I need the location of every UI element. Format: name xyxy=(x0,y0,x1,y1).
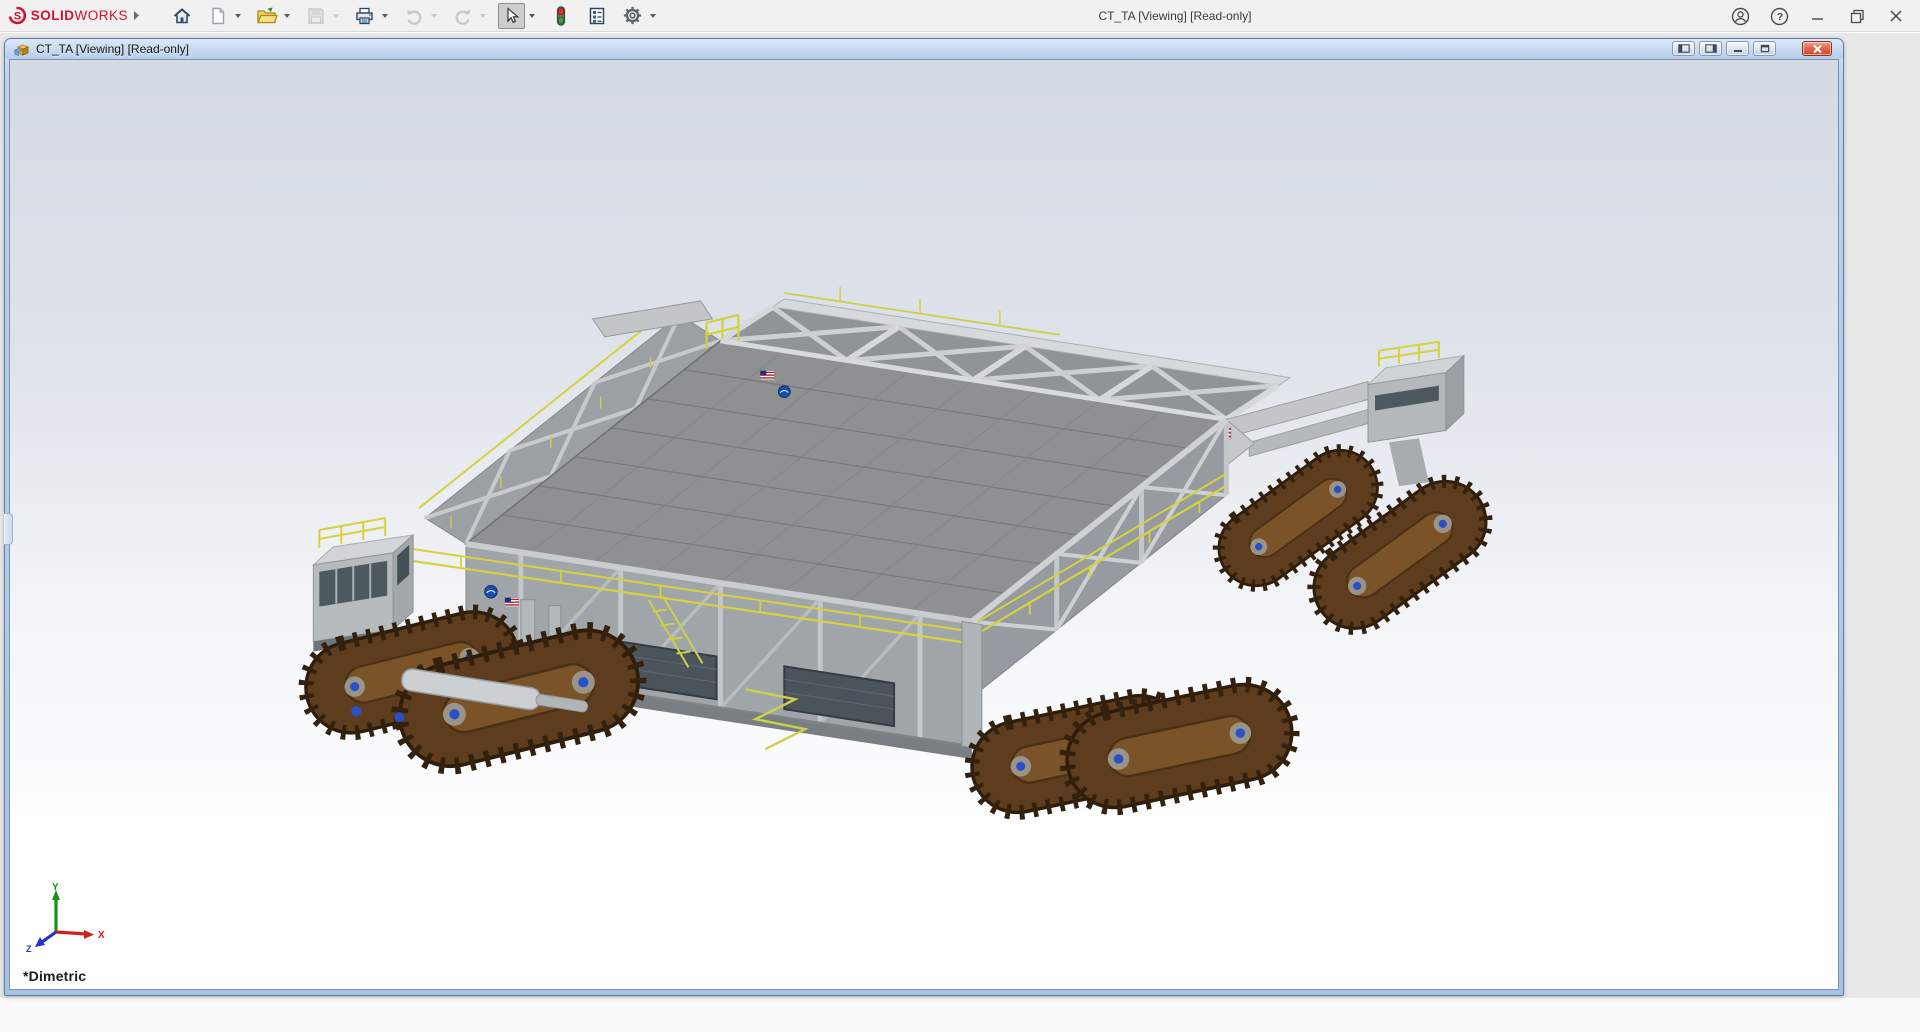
app-window-title: CT_TA [Viewing] [Read-only] xyxy=(1098,9,1252,23)
document-titlebar[interactable]: CT_TA [Viewing] [Read-only] xyxy=(5,39,1843,59)
help-icon: ? xyxy=(1770,7,1788,25)
restore-icon xyxy=(1760,44,1769,53)
view-orientation-label: *Dimetric xyxy=(23,968,87,984)
toolbar-flyout-arrow-icon[interactable] xyxy=(128,6,144,26)
gear-icon xyxy=(623,6,642,25)
new-document-icon xyxy=(211,7,224,24)
traffic-light-icon xyxy=(556,5,565,26)
undo-dropdown[interactable] xyxy=(427,3,440,29)
options-dropdown[interactable] xyxy=(646,3,659,29)
app-window-controls: ? xyxy=(1730,0,1906,32)
solidworks-logo: S SOLIDWORKS xyxy=(0,6,128,25)
save-floppy-icon xyxy=(307,7,324,24)
pane-left-icon xyxy=(1677,44,1690,53)
user-account-icon xyxy=(1731,7,1749,25)
app-close-button[interactable] xyxy=(1886,6,1906,26)
document-window: CT_TA [Viewing] [Read-only] Y X Z *Dimet… xyxy=(4,38,1844,996)
brand-text: SOLIDWORKS xyxy=(30,8,128,23)
toolbar-group-undo xyxy=(400,3,440,29)
quick-access-toolbar xyxy=(168,2,668,29)
crawler-transporter-model xyxy=(10,286,1838,989)
user-account-button[interactable] xyxy=(1730,6,1750,26)
app-titlebar: S SOLIDWORKS CT_TA [Viewing] [Read-only]… xyxy=(0,0,1920,32)
document-restore-button[interactable] xyxy=(1753,41,1776,56)
home-icon xyxy=(173,7,190,23)
toolbar-group-rebuild xyxy=(547,3,574,29)
us-flag-decal xyxy=(504,597,520,608)
save-dropdown[interactable] xyxy=(329,3,342,29)
select-tool-dropdown[interactable] xyxy=(525,3,538,29)
undo-button[interactable] xyxy=(400,3,427,29)
redo-icon xyxy=(455,10,470,25)
toolbar-group-select xyxy=(498,2,538,29)
select-cursor-icon xyxy=(506,6,519,23)
mdi-area: CT_TA [Viewing] [Read-only] Y X Z *Dimet… xyxy=(0,33,1920,1032)
pane-right-icon xyxy=(1704,44,1717,53)
help-button[interactable]: ? xyxy=(1769,6,1789,26)
track-pair-front-center xyxy=(963,676,1300,821)
featuremanager-splitter-handle[interactable] xyxy=(4,513,13,545)
document-window-buttons xyxy=(1672,41,1832,56)
options-button[interactable] xyxy=(619,3,646,29)
graphics-viewport[interactable]: Y X Z *Dimetric xyxy=(9,59,1839,990)
toolbar-group-save xyxy=(302,3,342,29)
document-close-button[interactable] xyxy=(1802,41,1832,56)
triad-y-label: Y xyxy=(52,882,59,893)
triad-x-label: X xyxy=(98,930,105,941)
open-document-button[interactable] xyxy=(253,3,280,29)
toggle-right-pane-button[interactable] xyxy=(1699,41,1722,56)
us-flag-decal xyxy=(759,370,775,381)
redo-dropdown[interactable] xyxy=(476,3,489,29)
mdi-bottom-strip xyxy=(0,998,1920,1032)
app-restore-button[interactable] xyxy=(1847,6,1867,26)
print-dropdown[interactable] xyxy=(378,3,391,29)
minimize-icon xyxy=(1733,50,1742,52)
svg-text:S: S xyxy=(14,10,21,22)
reference-triad: Y X Z xyxy=(26,882,105,954)
toolbar-group-home xyxy=(168,3,195,29)
redo-button[interactable] xyxy=(449,3,476,29)
toolbar-group-open xyxy=(253,3,293,29)
toggle-left-pane-button[interactable] xyxy=(1672,41,1695,56)
print-icon xyxy=(356,7,373,24)
file-properties-icon xyxy=(589,7,604,24)
save-button[interactable] xyxy=(302,3,329,29)
app-minimize-button[interactable] xyxy=(1808,6,1828,26)
svg-text:?: ? xyxy=(1776,11,1782,23)
toolbar-group-new xyxy=(204,3,244,29)
rebuild-traffic-light-button[interactable] xyxy=(547,3,574,29)
toolbar-group-properties xyxy=(583,3,610,29)
document-minimize-button[interactable] xyxy=(1726,41,1749,56)
document-title: CT_TA [Viewing] [Read-only] xyxy=(36,42,189,56)
print-button[interactable] xyxy=(351,3,378,29)
dassault-compass-icon: S xyxy=(8,6,27,25)
select-tool-button[interactable] xyxy=(498,2,525,29)
minimize-icon xyxy=(1812,18,1823,20)
open-document-dropdown[interactable] xyxy=(280,3,293,29)
toolbar-group-options xyxy=(619,3,659,29)
undo-icon xyxy=(406,10,421,25)
open-folder-icon xyxy=(256,7,278,23)
solidworks-application: S SOLIDWORKS CT_TA [Viewing] [Read-only]… xyxy=(0,0,1920,1032)
track-pair-right xyxy=(1204,435,1502,644)
new-document-dropdown[interactable] xyxy=(231,3,244,29)
restore-down-icon xyxy=(1850,9,1864,23)
new-document-button[interactable] xyxy=(204,3,231,29)
close-icon xyxy=(1890,10,1902,22)
home-button[interactable] xyxy=(168,3,195,29)
triad-z-label: Z xyxy=(26,944,32,954)
file-properties-button[interactable] xyxy=(583,3,610,29)
toolbar-group-print xyxy=(351,3,391,29)
nasa-meatball-decal xyxy=(484,584,498,599)
assembly-document-icon xyxy=(14,44,30,56)
nasa-meatball-decal xyxy=(777,385,791,398)
toolbar-group-redo xyxy=(449,3,489,29)
close-icon xyxy=(1812,44,1822,53)
